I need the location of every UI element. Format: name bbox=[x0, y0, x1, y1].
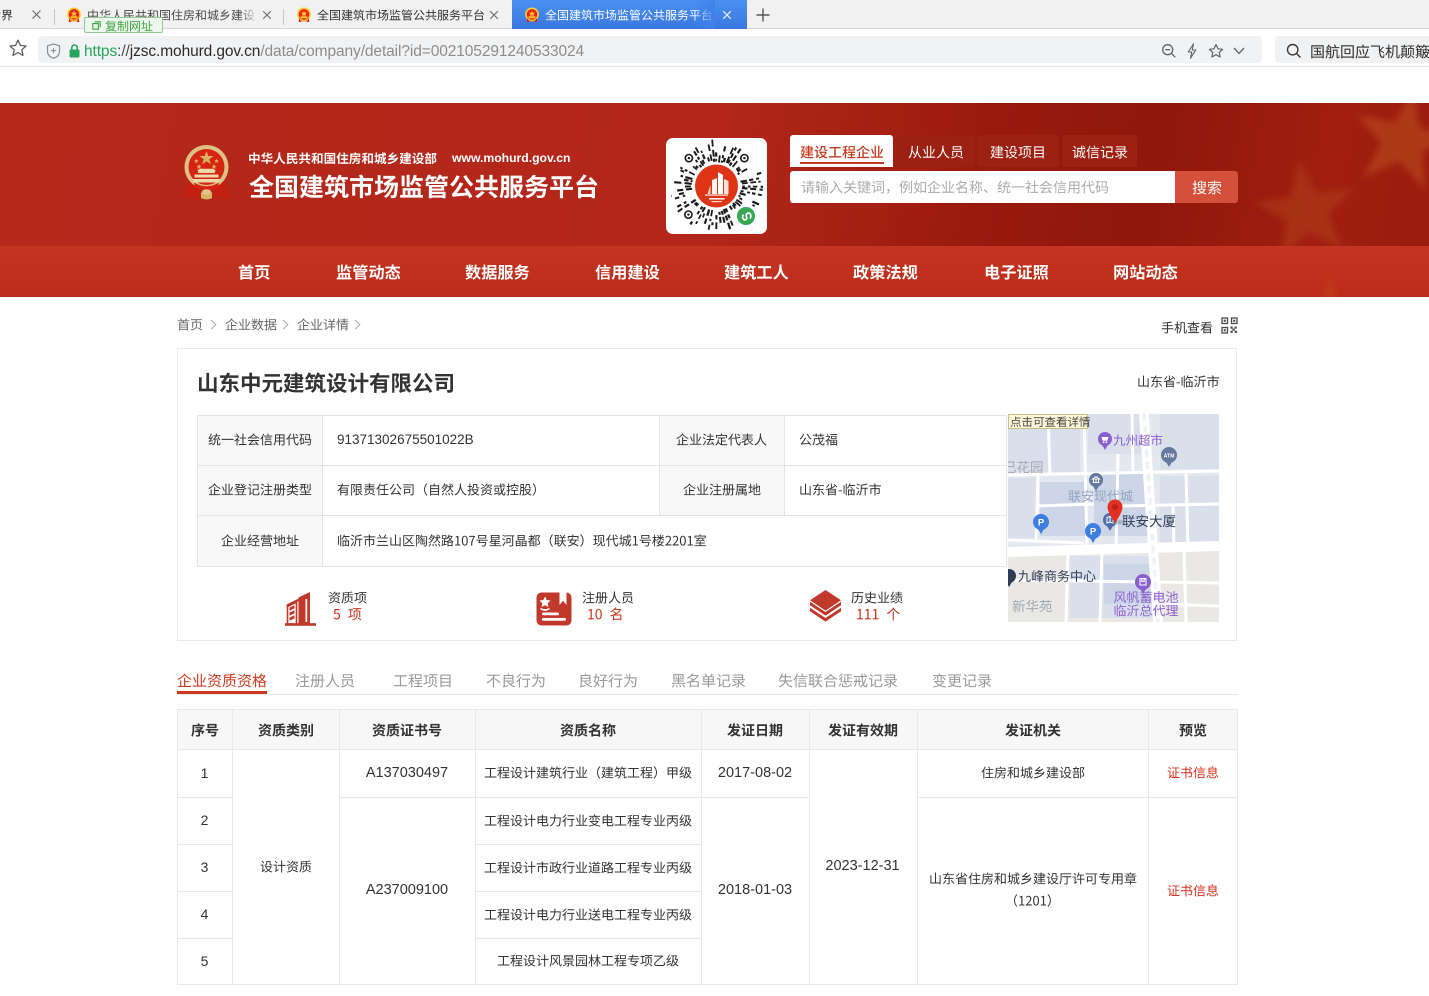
svg-text:P: P bbox=[1090, 526, 1097, 537]
svg-text:ATM: ATM bbox=[1164, 453, 1175, 459]
svg-text:P: P bbox=[1038, 517, 1045, 528]
